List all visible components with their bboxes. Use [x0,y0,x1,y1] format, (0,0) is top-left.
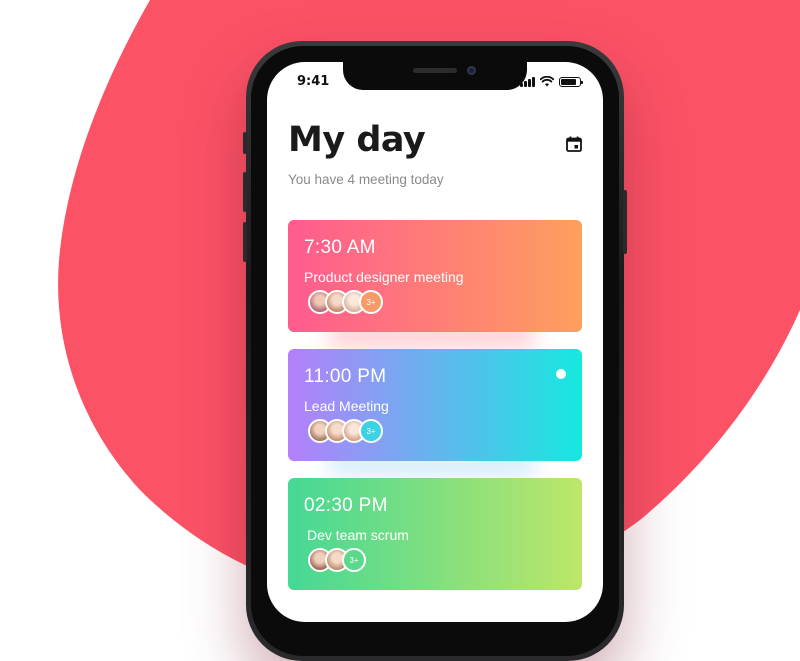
signal-icon [520,77,535,87]
meeting-time: 11:00 PM [304,366,387,387]
page-subtitle: You have 4 meeting today [288,172,444,187]
volume-down-button[interactable] [243,222,247,262]
status-time: 9:41 [297,74,330,89]
meeting-title: Dev team scrum [307,527,409,543]
phone-screen: 9:41 My day You have 4 meeting today 7:3… [267,62,603,622]
more-attendees-badge[interactable]: 3+ [359,290,383,314]
notch [343,62,527,90]
mute-switch [243,132,247,154]
active-indicator-dot [556,369,566,379]
meeting-card[interactable]: 11:00 PM Lead Meeting 3+ [288,349,582,461]
volume-up-button[interactable] [243,172,247,212]
more-attendees-badge[interactable]: 3+ [359,419,383,443]
attendee-avatars[interactable]: 3+ [308,290,383,314]
meeting-card[interactable]: 02:30 PM Dev team scrum 3+ [288,478,582,590]
front-camera [467,66,476,75]
meeting-title: Product designer meeting [304,269,464,285]
calendar-icon[interactable] [566,136,582,152]
meeting-title: Lead Meeting [304,398,389,414]
attendee-avatars[interactable]: 3+ [308,548,366,572]
attendee-avatars[interactable]: 3+ [308,419,383,443]
status-icons [520,76,583,87]
meeting-time: 7:30 AM [304,237,376,258]
speaker-grille [413,68,457,73]
wifi-icon [540,76,554,87]
meeting-time: 02:30 PM [304,495,388,516]
more-attendees-badge[interactable]: 3+ [342,548,366,572]
meeting-card[interactable]: 7:30 AM Product designer meeting 3+ [288,220,582,332]
page-title: My day [288,120,426,160]
battery-icon [559,77,583,87]
power-button[interactable] [623,190,627,254]
